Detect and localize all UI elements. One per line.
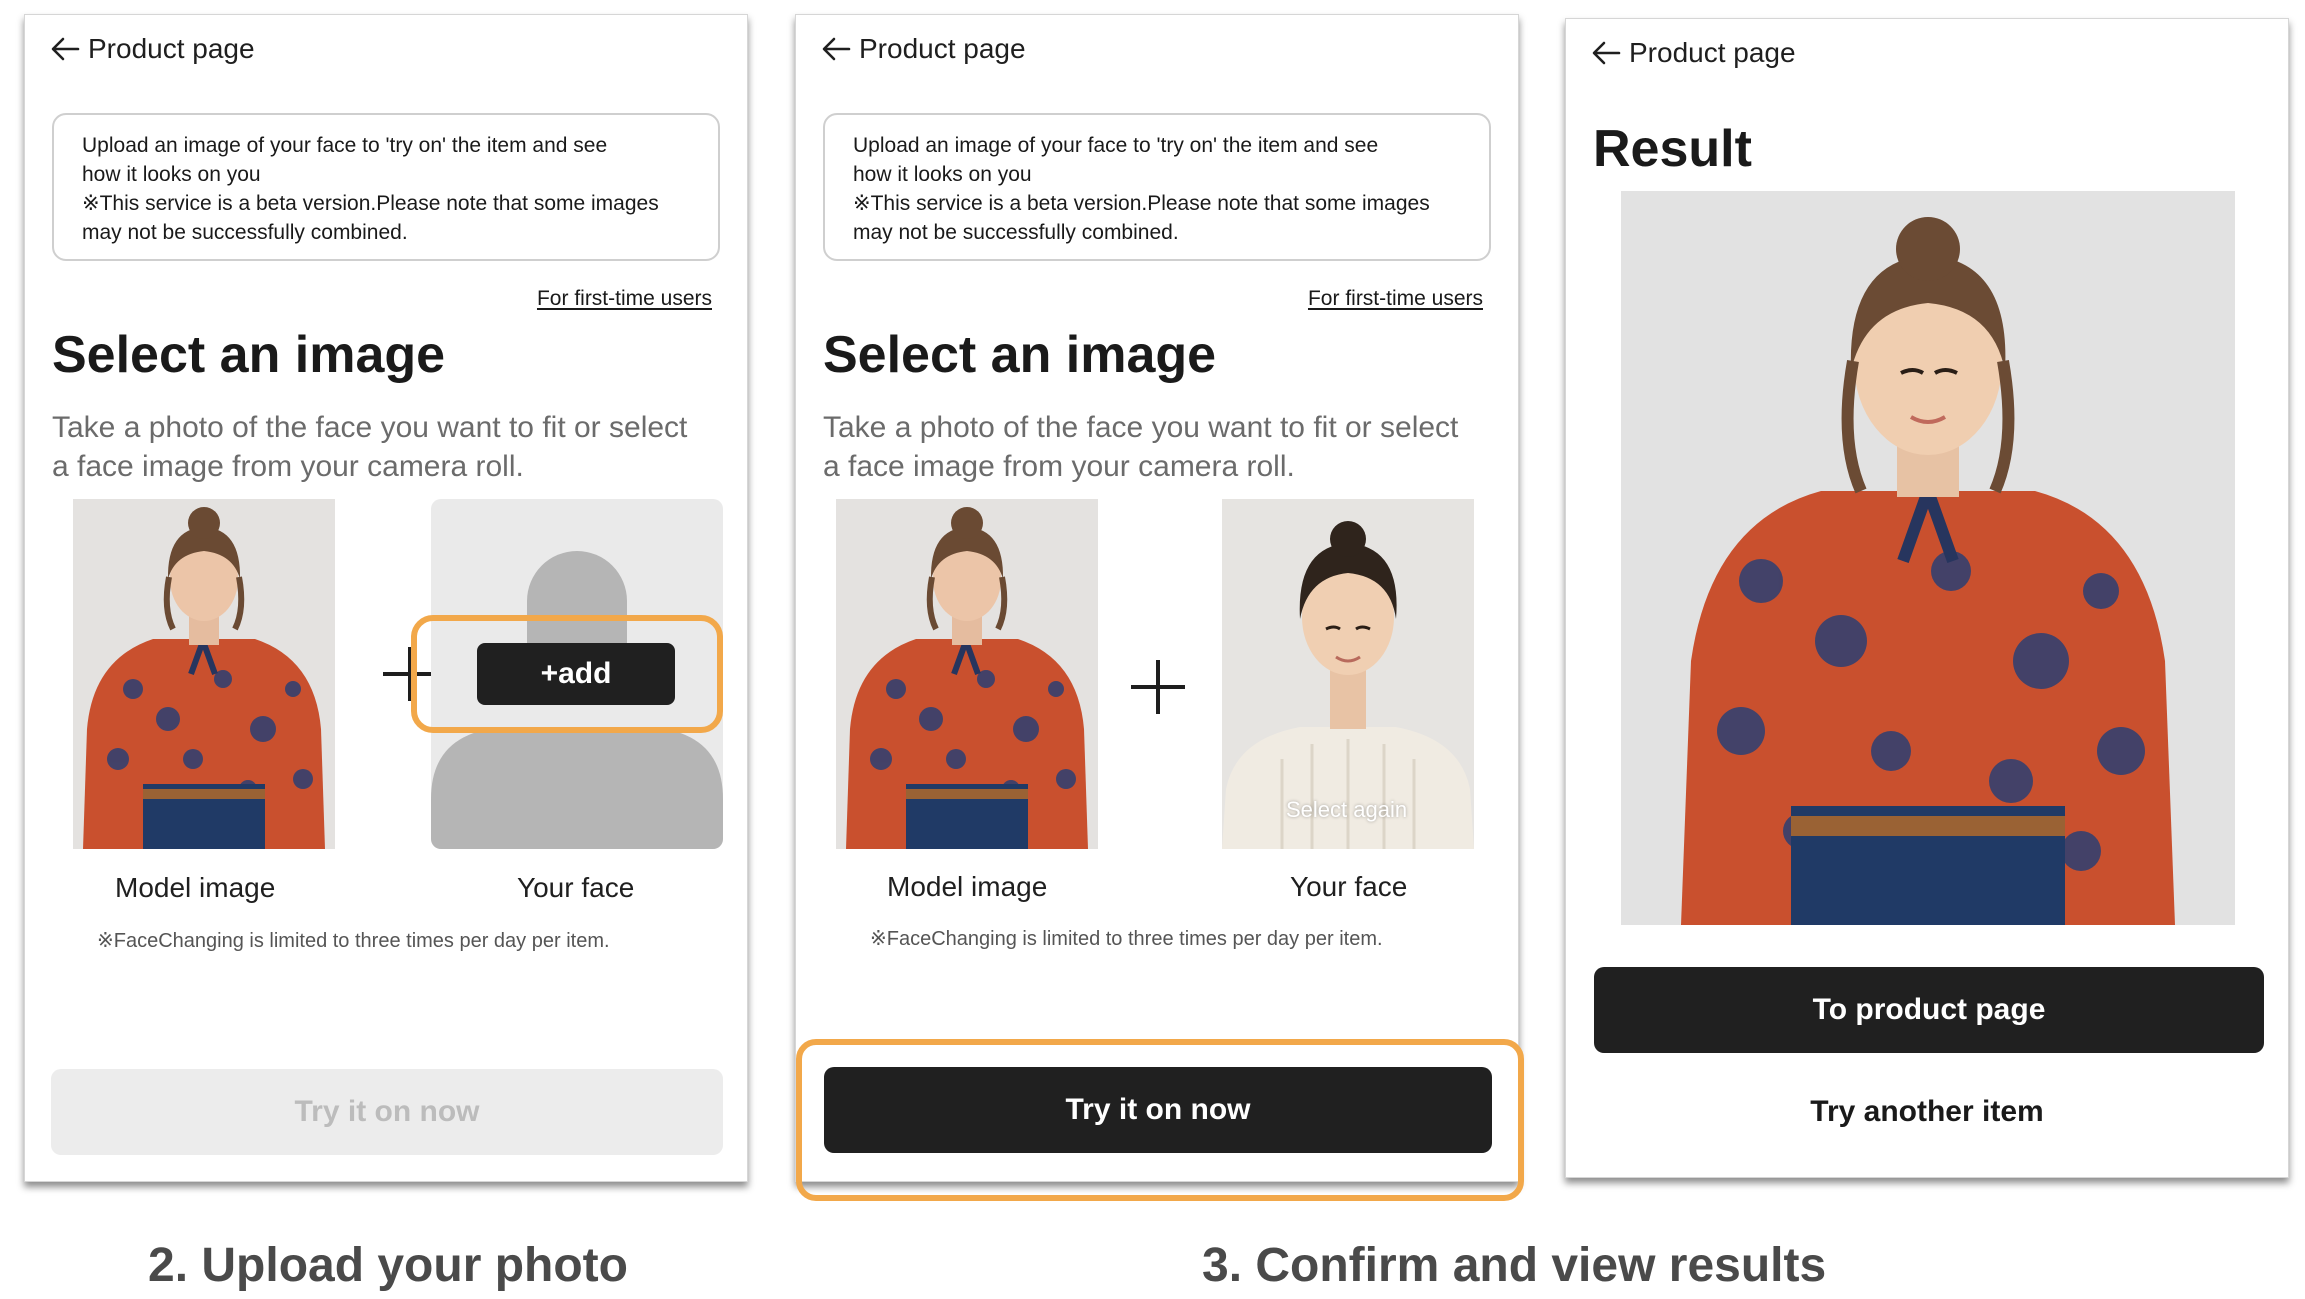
result-title: Result [1593, 120, 1752, 178]
model-image-caption: Model image [887, 871, 1048, 902]
instructions-line: Take a photo of the face you want to fit… [823, 411, 1459, 444]
back-label: Product page [88, 33, 255, 64]
arrow-left-icon [51, 37, 80, 61]
notice-line: how it looks on you [853, 163, 1032, 186]
step-label-confirm: 3. Confirm and view results [1202, 1239, 1827, 1292]
instructions-text: Take a photo of the face you want to fit… [52, 408, 732, 486]
select-again-label[interactable]: Select again [1286, 797, 1407, 823]
result-screen: Product page Result To product page Try … [1565, 18, 2289, 1178]
notice-line: Upload an image of your face to 'try on'… [853, 134, 1379, 157]
select-image-title: Select an image [823, 326, 1217, 384]
your-face-caption: Your face [1290, 871, 1408, 902]
instructions-line: Take a photo of the face you want to fit… [52, 411, 688, 444]
upload-screen: Product page Upload an image of your fac… [24, 14, 748, 1182]
notice-line: ※This service is a beta version.Please n… [853, 192, 1430, 215]
back-label: Product page [1629, 37, 1796, 68]
select-image-title: Select an image [52, 326, 446, 384]
your-face-caption: Your face [517, 872, 635, 903]
confirm-screen: Product page Upload an image of your fac… [795, 14, 1524, 1201]
try-it-on-button-disabled[interactable]: Try it on now [51, 1069, 723, 1155]
back-label: Product page [859, 33, 1026, 64]
step-label-upload: 2. Upload your photo [148, 1239, 628, 1292]
instructions-line: a face image from your camera roll. [52, 450, 524, 483]
arrow-left-icon [1592, 41, 1621, 65]
your-face-image[interactable]: Select again [1222, 499, 1474, 849]
model-image [73, 499, 335, 849]
model-image-caption: Model image [115, 872, 276, 903]
try-it-on-button[interactable]: Try it on now [824, 1067, 1492, 1153]
instructions-line: a face image from your camera roll. [823, 450, 1295, 483]
notice-line: how it looks on you [82, 163, 261, 186]
arrow-left-icon [822, 37, 851, 61]
add-face-button[interactable]: +add [477, 643, 675, 705]
notice-box: Upload an image of your face to 'try on'… [52, 113, 720, 261]
plus-icon [1131, 660, 1185, 714]
notice-line: Upload an image of your face to 'try on'… [82, 134, 608, 157]
notice-box: Upload an image of your face to 'try on'… [823, 113, 1491, 261]
back-nav[interactable]: Product page [1591, 37, 1796, 69]
to-product-page-button[interactable]: To product page [1594, 967, 2264, 1053]
limit-note: ※FaceChanging is limited to three times … [97, 930, 610, 952]
notice-line: may not be successfully combined. [82, 221, 408, 244]
first-time-users-link[interactable]: For first-time users [537, 287, 712, 311]
result-image [1621, 191, 2235, 925]
first-time-users-link[interactable]: For first-time users [1308, 287, 1483, 311]
back-nav[interactable]: Product page [821, 33, 1026, 65]
try-another-item-link[interactable]: Try another item [1566, 1095, 2288, 1129]
model-image [836, 499, 1098, 849]
notice-line: ※This service is a beta version.Please n… [82, 192, 659, 215]
limit-note: ※FaceChanging is limited to three times … [870, 928, 1383, 950]
back-nav[interactable]: Product page [50, 33, 255, 65]
instructions-text: Take a photo of the face you want to fit… [823, 408, 1503, 486]
notice-line: may not be successfully combined. [853, 221, 1179, 244]
